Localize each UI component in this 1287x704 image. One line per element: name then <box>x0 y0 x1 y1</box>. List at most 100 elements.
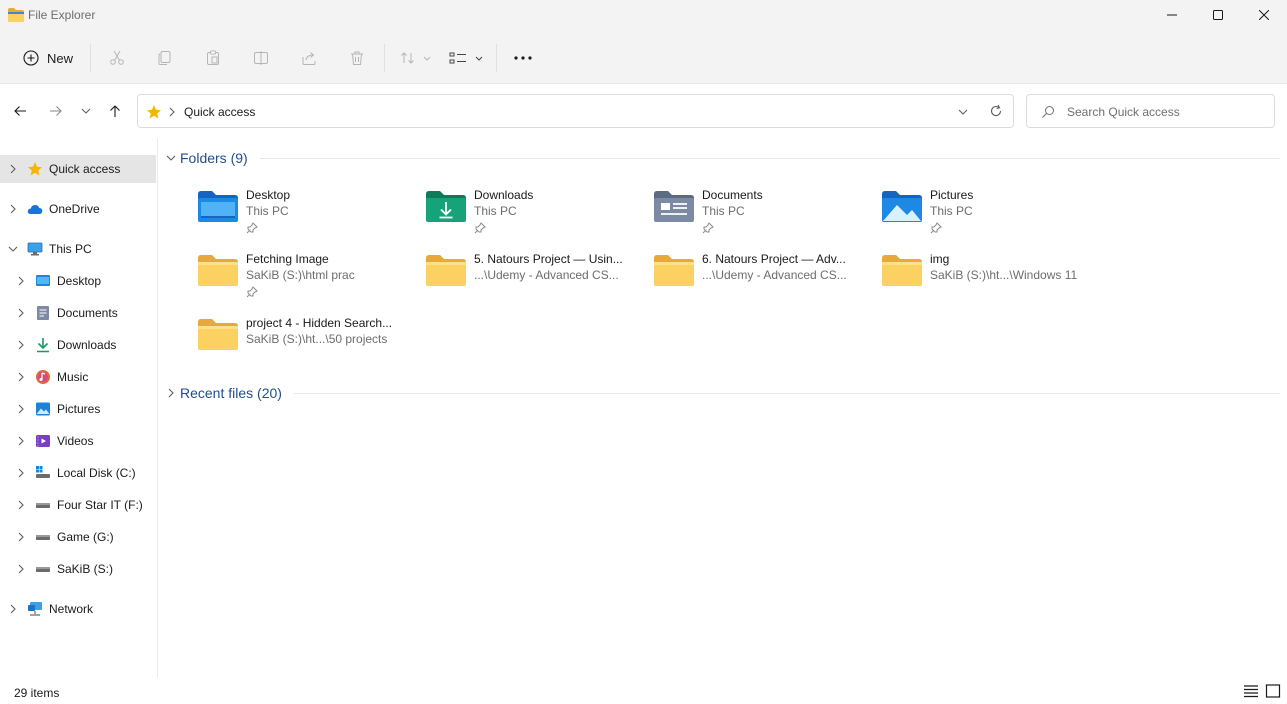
chevron-right-icon[interactable] <box>8 164 18 174</box>
chevron-right-icon[interactable] <box>16 436 26 446</box>
folder-location: SaKiB (S:)\ht...\50 projects <box>246 332 388 346</box>
arrow-right-icon <box>50 106 62 116</box>
download-icon <box>37 338 49 353</box>
content-pane: Folders (9) Desktop This PC Downloads Th… <box>158 138 1287 678</box>
folder-tile-downloads[interactable]: Downloads This PC <box>424 182 644 242</box>
pictures-icon <box>36 402 50 416</box>
more-icon <box>514 56 532 60</box>
chevron-down-icon[interactable] <box>8 244 18 254</box>
folder-tile-desktop[interactable]: Desktop This PC <box>196 182 416 242</box>
folder-tile-fetching-image[interactable]: Fetching Image SaKiB (S:)\html prac <box>196 246 416 306</box>
folder-name: 6. Natours Project — Adv... <box>702 252 846 266</box>
address-dropdown-icon[interactable] <box>958 107 968 117</box>
folders-group-label: Folders (9) <box>180 150 248 166</box>
copy-button[interactable] <box>152 44 178 72</box>
back-button[interactable] <box>10 101 30 121</box>
sidebar-item-downloads[interactable]: Downloads <box>0 331 156 359</box>
minimize-button[interactable] <box>1149 0 1195 30</box>
sidebar-item-drive-g[interactable]: Game (G:) <box>0 523 156 551</box>
chevron-right-icon[interactable] <box>8 204 18 214</box>
cut-button[interactable] <box>104 44 130 72</box>
search-input[interactable]: Search Quick access <box>1026 94 1275 128</box>
chevron-right-icon[interactable] <box>16 468 26 478</box>
share-button[interactable] <box>296 44 322 72</box>
address-bar[interactable]: Quick access <box>137 94 1014 128</box>
network-icon <box>28 602 42 616</box>
view-layout-icon <box>449 52 483 64</box>
folders-group-header[interactable]: Folders (9) <box>166 147 248 169</box>
sidebar-item-this-pc[interactable]: This PC <box>0 235 156 263</box>
new-button[interactable]: New <box>16 44 80 72</box>
music-icon <box>36 370 50 384</box>
command-bar: New <box>0 30 1287 84</box>
sidebar-item-desktop[interactable]: Desktop <box>0 267 156 295</box>
desktop-folder-icon <box>198 191 238 222</box>
sidebar-item-network[interactable]: Network <box>0 595 156 623</box>
chevron-right-icon <box>167 107 177 117</box>
sidebar-item-label: SaKiB (S:) <box>57 562 114 576</box>
folder-tile-project-4[interactable]: project 4 - Hidden Search... SaKiB (S:)\… <box>196 310 416 370</box>
sidebar-item-videos[interactable]: Videos <box>0 427 156 455</box>
folder-tile-natours-6[interactable]: 6. Natours Project — Adv... ...\Udemy - … <box>652 246 872 306</box>
folder-icon <box>196 252 240 288</box>
divider <box>496 44 497 72</box>
sidebar-item-onedrive[interactable]: OneDrive <box>0 195 156 223</box>
sidebar-item-pictures[interactable]: Pictures <box>0 395 156 423</box>
folder-location: This PC <box>246 204 289 218</box>
folder-tile-pictures[interactable]: Pictures This PC <box>880 182 1100 242</box>
details-view-icon[interactable] <box>1243 684 1259 698</box>
folder-tile-natours-5[interactable]: 5. Natours Project — Usin... ...\Udemy -… <box>424 246 644 306</box>
folder-tile-documents[interactable]: Documents This PC <box>652 182 872 242</box>
folder-name: project 4 - Hidden Search... <box>246 316 393 330</box>
close-icon <box>1259 10 1269 20</box>
refresh-icon[interactable] <box>989 104 1003 118</box>
sidebar-item-documents[interactable]: Documents <box>0 299 156 327</box>
sidebar-item-music[interactable]: Music <box>0 363 156 391</box>
chevron-right-icon[interactable] <box>16 532 26 542</box>
chevron-down-icon <box>166 153 176 163</box>
status-bar: 29 items <box>0 678 1287 704</box>
sidebar-item-local-disk-c[interactable]: Local Disk (C:) <box>0 459 156 487</box>
chevron-right-icon[interactable] <box>8 604 18 614</box>
folder-icon <box>424 252 468 288</box>
rename-button[interactable] <box>248 44 274 72</box>
sidebar-item-drive-f[interactable]: Four Star IT (F:) <box>0 491 156 519</box>
sidebar-item-quick-access[interactable]: Quick access <box>0 155 156 183</box>
pictures-folder-icon <box>882 191 922 222</box>
chevron-right-icon[interactable] <box>16 500 26 510</box>
delete-button[interactable] <box>344 44 370 72</box>
minimize-icon <box>1167 14 1177 16</box>
recent-files-group-header[interactable]: Recent files (20) <box>166 382 282 404</box>
view-button[interactable] <box>446 44 486 72</box>
window-title: File Explorer <box>28 8 96 22</box>
paste-button[interactable] <box>200 44 226 72</box>
forward-button[interactable] <box>46 101 66 121</box>
folder-icon <box>880 252 924 288</box>
chevron-right-icon[interactable] <box>16 404 26 414</box>
maximize-button[interactable] <box>1195 0 1241 30</box>
chevron-right-icon[interactable] <box>16 564 26 574</box>
up-button[interactable] <box>105 101 125 121</box>
arrow-up-icon <box>110 105 120 117</box>
share-icon <box>302 52 316 65</box>
more-options-button[interactable] <box>508 44 538 72</box>
group-divider <box>294 393 1280 394</box>
sort-button[interactable] <box>398 44 434 72</box>
chevron-down-icon <box>81 106 91 116</box>
recent-locations-button[interactable] <box>76 101 96 121</box>
sidebar-item-label: Game (G:) <box>57 530 114 544</box>
sidebar-item-drive-s[interactable]: SaKiB (S:) <box>0 555 156 583</box>
pin-icon <box>930 222 942 234</box>
folder-tile-img[interactable]: img SaKiB (S:)\ht...\Windows 11 <box>880 246 1100 306</box>
chevron-right-icon[interactable] <box>16 308 26 318</box>
chevron-right-icon[interactable] <box>16 276 26 286</box>
close-button[interactable] <box>1241 0 1287 30</box>
chevron-right-icon[interactable] <box>16 372 26 382</box>
navigation-pane: Quick access OneDrive This PC Desktop Do… <box>0 138 158 678</box>
address-text: Quick access <box>184 105 256 119</box>
pin-icon <box>474 222 486 234</box>
tiles-view-icon[interactable] <box>1265 684 1281 698</box>
pin-icon <box>702 222 714 234</box>
desktop-icon <box>36 275 50 286</box>
chevron-right-icon[interactable] <box>16 340 26 350</box>
